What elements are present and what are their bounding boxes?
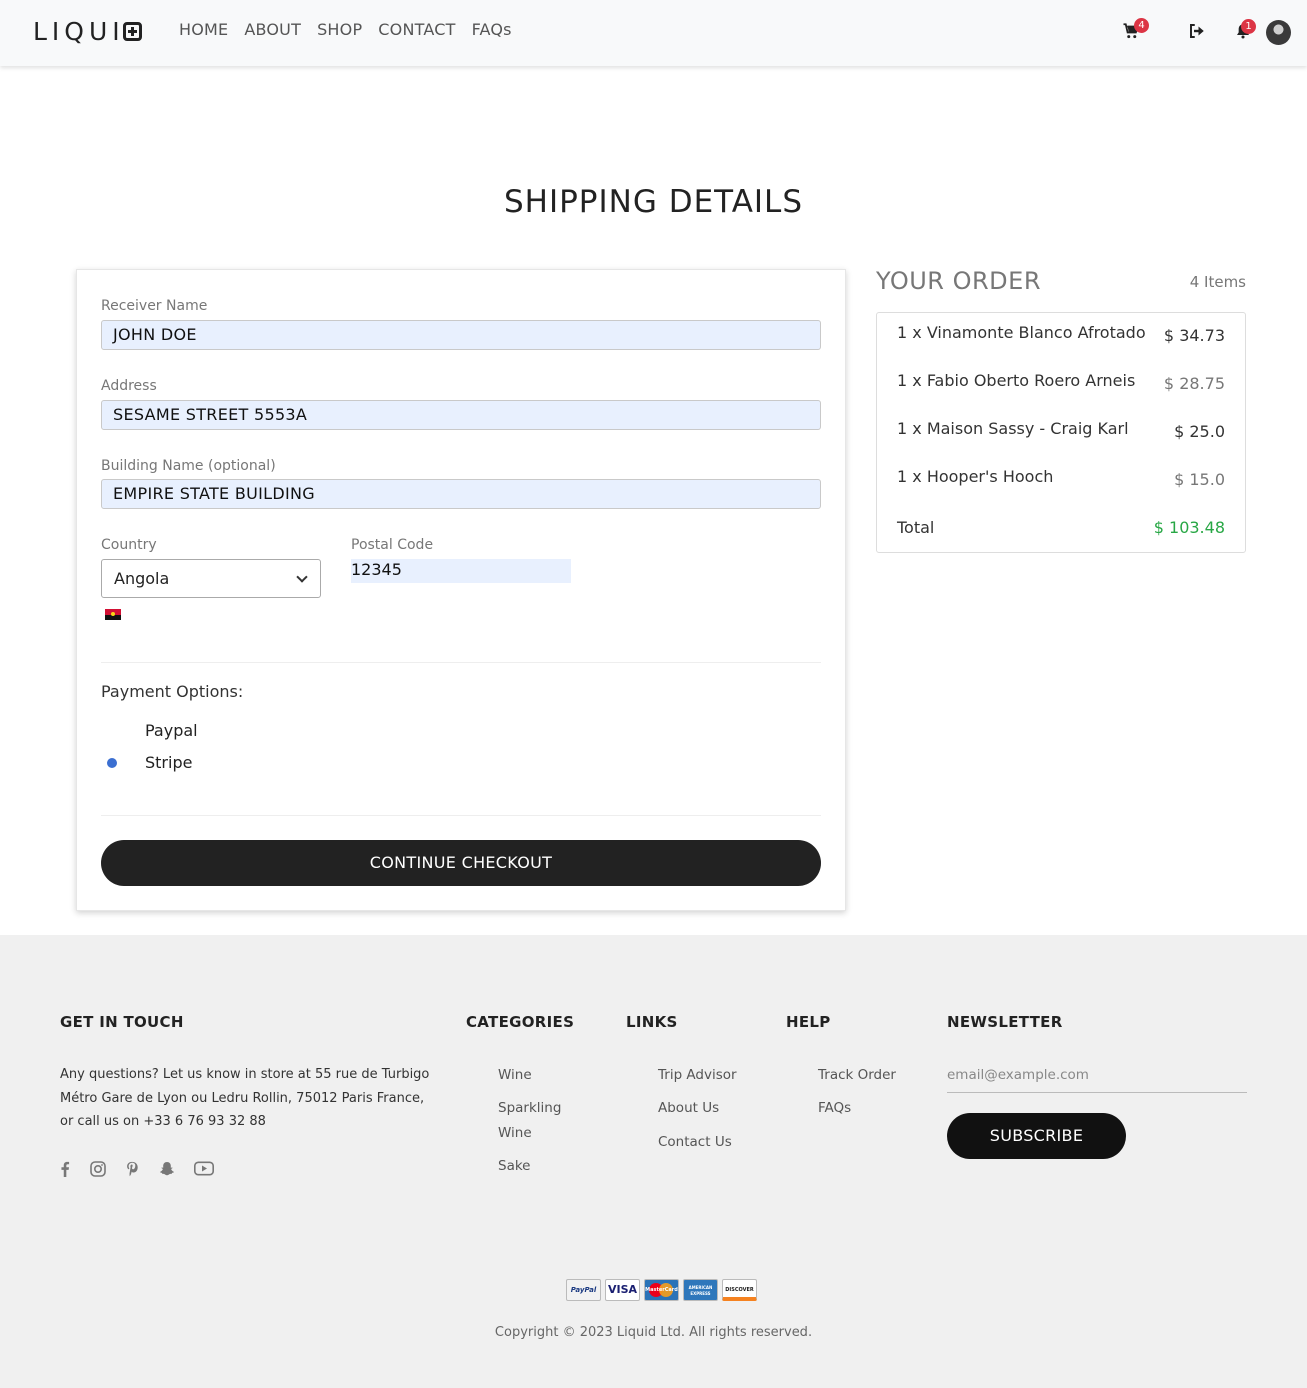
order-item-name: 1 x Hooper's Hooch	[897, 467, 1054, 486]
order-total-value: $ 103.48	[1153, 518, 1225, 537]
address-label: Address	[101, 378, 157, 394]
nav-home[interactable]: HOME	[179, 20, 228, 39]
payment-options-title: Payment Options:	[101, 682, 244, 701]
order-item-name: 1 x Vinamonte Blanco Afrotado	[897, 323, 1146, 342]
youtube-icon[interactable]	[194, 1161, 214, 1180]
nav-contact[interactable]: CONTACT	[378, 20, 455, 39]
copyright-text: Copyright © 2023 Liquid Ltd. All rights …	[494, 1325, 813, 1340]
postal-code-input[interactable]: 12345	[351, 559, 571, 583]
order-item-price: $ 28.75	[1163, 374, 1225, 393]
cart-count-badge: 4	[1134, 18, 1149, 33]
payment-option-stripe[interactable]: Stripe	[145, 753, 192, 772]
faqs-link[interactable]: FAQs	[818, 1096, 851, 1121]
visa-card-icon: VISA	[605, 1279, 640, 1301]
order-summary: 1 x Vinamonte Blanco Afrotado $ 34.73 1 …	[876, 312, 1246, 553]
order-total-label: Total	[897, 518, 935, 537]
trip-advisor-link[interactable]: Trip Advisor	[658, 1063, 737, 1088]
logo-plus-icon	[122, 22, 142, 41]
order-item: 1 x Hooper's Hooch $ 15.0	[897, 467, 1225, 491]
order-item-price: $ 25.0	[1174, 422, 1225, 441]
site-footer: GET IN TOUCH Any questions? Let us know …	[0, 935, 1307, 1388]
page-title: SHIPPING DETAILS	[503, 184, 803, 220]
get-in-touch-heading: GET IN TOUCH	[60, 1013, 184, 1031]
category-sake-link[interactable]: Sake	[498, 1154, 530, 1179]
pinterest-icon[interactable]	[125, 1161, 139, 1181]
logout-button[interactable]	[1188, 22, 1208, 42]
payment-option-paypal[interactable]: Paypal	[145, 721, 198, 740]
notifications-button[interactable]: 1	[1235, 19, 1256, 42]
category-wine-link[interactable]: Wine	[498, 1063, 532, 1088]
payment-methods: PayPal VISA MasterCard AMERICAN EXPRESS …	[566, 1279, 757, 1301]
links-heading: LINKS	[626, 1013, 678, 1031]
order-total-row: Total $ 103.48	[897, 518, 1225, 542]
stripe-radio-selected[interactable]	[107, 758, 117, 768]
newsletter-heading: NEWSLETTER	[947, 1013, 1063, 1031]
order-item-count: 4 Items	[1189, 273, 1246, 291]
logout-icon	[1190, 24, 1204, 38]
snapchat-icon[interactable]	[159, 1161, 175, 1181]
country-label: Country	[101, 537, 157, 553]
discover-card-icon: DISCOVER	[722, 1279, 757, 1301]
order-item-price: $ 15.0	[1174, 470, 1225, 489]
form-divider-bottom	[101, 815, 821, 816]
contact-text: Any questions? Let us know in store at 5…	[60, 1067, 430, 1129]
facebook-icon[interactable]	[60, 1161, 70, 1181]
form-divider	[101, 662, 821, 663]
order-item-name: 1 x Maison Sassy - Craig Karl	[897, 419, 1129, 438]
chevron-down-icon	[296, 571, 308, 583]
order-item: 1 x Fabio Oberto Roero Arneis $ 28.75	[897, 371, 1225, 395]
mastercard-card-icon: MasterCard	[644, 1279, 679, 1301]
order-item-price: $ 34.73	[1163, 326, 1225, 345]
postal-code-label: Postal Code	[351, 537, 434, 553]
about-us-link[interactable]: About Us	[658, 1096, 719, 1121]
main-nav: HOME ABOUT SHOP CONTACT FAQs	[179, 20, 528, 39]
shipping-form-card: Receiver Name JOHN DOE Address SESAME ST…	[76, 269, 846, 911]
nav-shop[interactable]: SHOP	[317, 20, 362, 39]
receiver-name-input[interactable]: JOHN DOE	[101, 320, 821, 350]
nav-faqs[interactable]: FAQs	[472, 20, 512, 39]
country-select[interactable]: Angola	[101, 559, 321, 598]
order-item: 1 x Vinamonte Blanco Afrotado $ 34.73	[897, 323, 1225, 347]
country-selected-value: Angola	[114, 569, 170, 588]
contact-us-link[interactable]: Contact Us	[658, 1130, 732, 1155]
nav-about[interactable]: ABOUT	[244, 20, 301, 39]
help-heading: HELP	[786, 1013, 831, 1031]
continue-checkout-button[interactable]: CONTINUE CHECKOUT	[101, 840, 821, 886]
categories-heading: CATEGORIES	[466, 1013, 575, 1031]
angola-flag-icon	[105, 609, 121, 620]
newsletter-email-input[interactable]: email@example.com	[947, 1061, 1247, 1093]
order-item-name: 1 x Fabio Oberto Roero Arneis	[897, 371, 1136, 390]
top-navbar: LIQUI HOME ABOUT SHOP CONTACT FAQs 4 1	[0, 0, 1307, 66]
user-avatar[interactable]	[1266, 20, 1291, 45]
receiver-name-label: Receiver Name	[101, 298, 208, 314]
your-order-title: YOUR ORDER	[876, 267, 1041, 295]
address-input[interactable]: SESAME STREET 5553A	[101, 400, 821, 430]
building-name-input[interactable]: EMPIRE STATE BUILDING	[101, 479, 821, 509]
brand-logo[interactable]: LIQUI	[33, 18, 153, 46]
cart-button[interactable]: 4	[1122, 18, 1149, 42]
order-item: 1 x Maison Sassy - Craig Karl $ 25.0	[897, 419, 1225, 443]
track-order-link[interactable]: Track Order	[818, 1063, 896, 1088]
notification-count-badge: 1	[1241, 19, 1256, 34]
paypal-card-icon: PayPal	[566, 1279, 601, 1301]
subscribe-button[interactable]: SUBSCRIBE	[947, 1113, 1126, 1159]
instagram-icon[interactable]	[90, 1161, 106, 1181]
amex-card-icon: AMERICAN EXPRESS	[683, 1279, 718, 1301]
category-sparkling-wine-link[interactable]: Sparkling Wine	[498, 1096, 578, 1146]
building-name-label: Building Name (optional)	[101, 458, 276, 474]
